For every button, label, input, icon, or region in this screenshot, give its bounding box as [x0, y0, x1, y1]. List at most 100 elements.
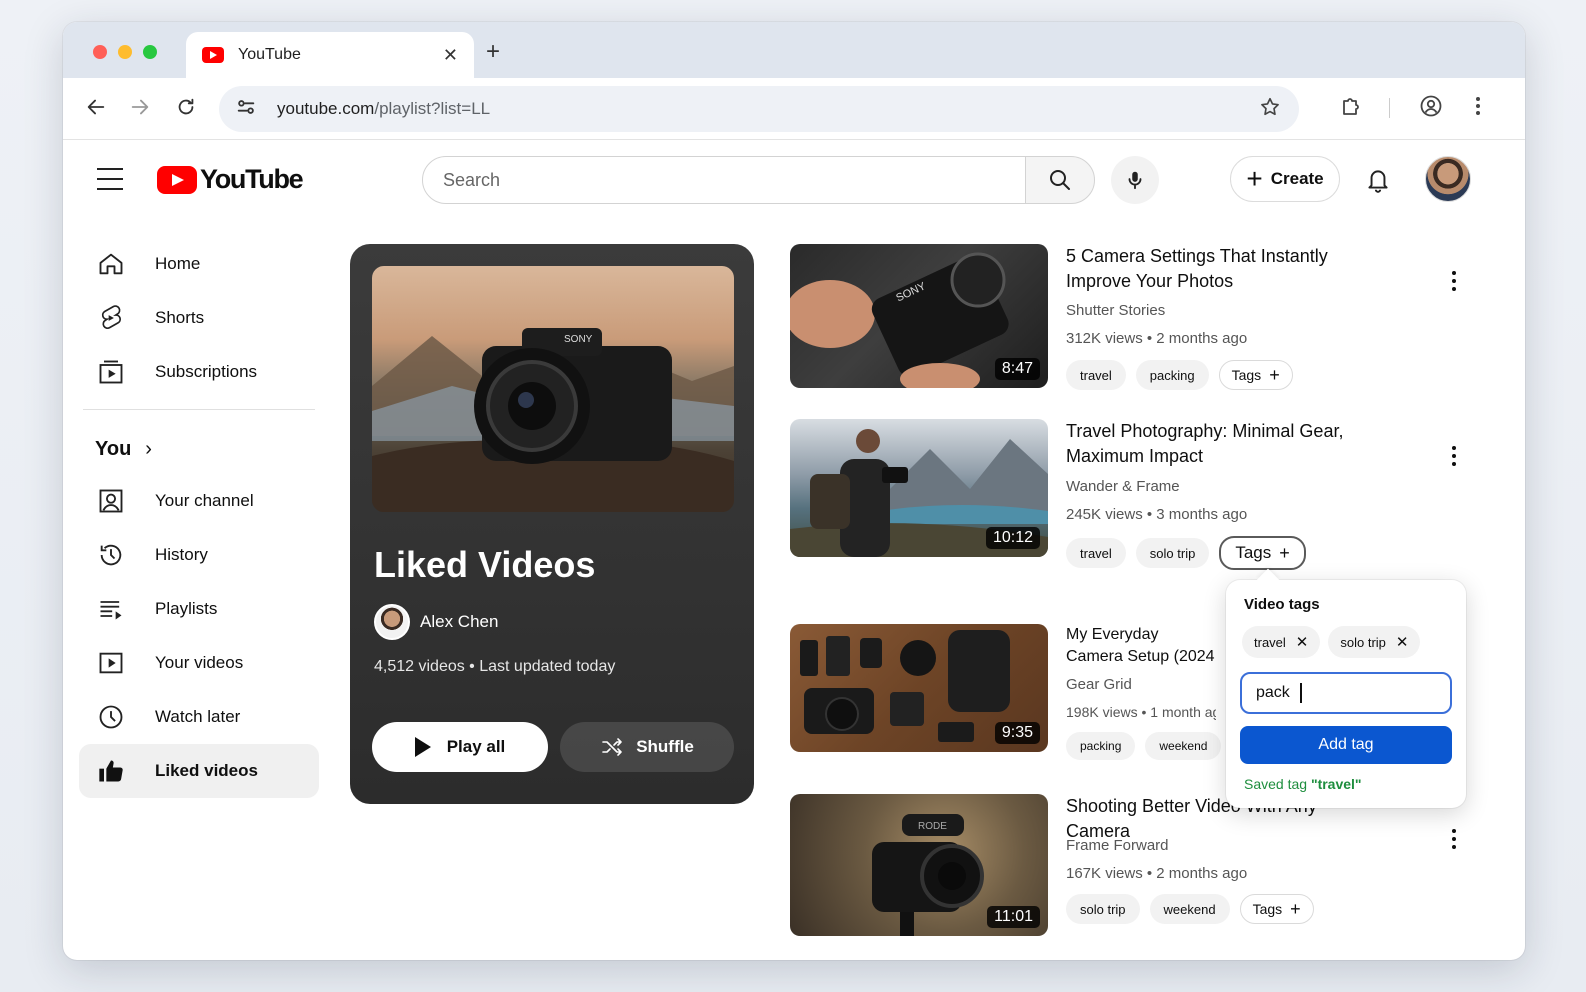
- sidebar-item-subscriptions[interactable]: Subscriptions: [79, 345, 319, 399]
- tag-chip[interactable]: travel: [1066, 360, 1126, 390]
- shuffle-button[interactable]: Shuffle: [560, 722, 734, 772]
- create-button[interactable]: + Create: [1230, 156, 1340, 202]
- video-thumbnail[interactable]: RODE 11:01: [790, 794, 1048, 936]
- playlist-header-card: SONY Liked Videos Alex Chen 4,512 videos…: [350, 244, 754, 804]
- tag-chip[interactable]: packing: [1135, 360, 1209, 390]
- tag-chip[interactable]: travel: [1066, 538, 1126, 568]
- tab-close-icon[interactable]: ✕: [443, 45, 458, 66]
- youtube-header: YouTube + Create: [63, 140, 1525, 222]
- remove-tag-icon[interactable]: ✕: [1296, 633, 1309, 651]
- save-status: Saved tag "travel": [1244, 776, 1362, 792]
- extensions-icon[interactable]: [1339, 94, 1363, 124]
- tag-chip[interactable]: solo trip: [1135, 538, 1210, 568]
- plus-icon: +: [1269, 364, 1280, 385]
- sidebar-you-header[interactable]: You ›: [79, 424, 319, 474]
- video-meta: 312K views • 2 months ago: [1066, 330, 1248, 347]
- tags-button-label: Tags: [1252, 901, 1283, 917]
- plus-icon: +: [1290, 898, 1301, 919]
- sidebar-item-your-videos[interactable]: Your videos: [79, 636, 319, 690]
- sidebar-item-label: Liked videos: [155, 761, 258, 780]
- video-channel[interactable]: Frame Forward: [1066, 837, 1169, 854]
- minimize-window-button[interactable]: [118, 45, 132, 59]
- play-all-button[interactable]: Play all: [372, 722, 548, 772]
- video-thumbnail[interactable]: 9:35: [790, 624, 1048, 752]
- owner-avatar: [374, 604, 410, 640]
- video-title[interactable]: My Everyday Camera Setup (2024 Edition): [1066, 624, 1216, 670]
- video-tags-popover: Video tags travel ✕ solo trip ✕ pack Add…: [1226, 580, 1466, 808]
- status-prefix: Saved tag: [1244, 776, 1311, 792]
- voice-search-button[interactable]: [1111, 156, 1159, 204]
- video-thumbnail[interactable]: SONY 8:47: [790, 244, 1048, 388]
- browser-tab[interactable]: YouTube ✕: [186, 32, 474, 78]
- site-settings-icon[interactable]: [235, 96, 259, 123]
- reload-icon[interactable]: [175, 96, 197, 124]
- bookmark-star-icon[interactable]: [1259, 96, 1281, 124]
- sidebar-item-watch-later[interactable]: Watch later: [79, 690, 319, 744]
- tab-strip: YouTube ✕ +: [63, 22, 1525, 78]
- video-channel[interactable]: Gear Grid: [1066, 676, 1132, 693]
- video-thumbnail[interactable]: 10:12: [790, 419, 1048, 557]
- add-tag-button[interactable]: Add tag: [1240, 726, 1452, 764]
- video-item: 10:12 Travel Photography: Minimal Gear, …: [790, 419, 1470, 589]
- remove-tag-icon[interactable]: ✕: [1396, 633, 1409, 651]
- close-window-button[interactable]: [93, 45, 107, 59]
- sidebar-item-playlists[interactable]: Playlists: [79, 582, 319, 636]
- tags-add-button[interactable]: Tags +: [1218, 360, 1293, 390]
- video-channel[interactable]: Shutter Stories: [1066, 302, 1165, 319]
- search-field[interactable]: [422, 156, 1026, 204]
- video-title[interactable]: 5 Camera Settings That Instantly Improve…: [1066, 244, 1356, 294]
- play-icon: [414, 737, 431, 757]
- popover-tag-list: travel ✕ solo trip ✕: [1242, 626, 1428, 658]
- subscriptions-icon: [97, 358, 125, 386]
- sidebar-item-your-channel[interactable]: Your channel: [79, 474, 319, 528]
- tag-chip[interactable]: weekend: [1149, 894, 1230, 924]
- chevron-right-icon: ›: [145, 437, 152, 460]
- text-caret: [1299, 683, 1302, 703]
- account-avatar[interactable]: [1425, 156, 1471, 202]
- video-duration: 11:01: [987, 906, 1040, 928]
- more-options-icon[interactable]: [1446, 824, 1462, 854]
- youtube-logo[interactable]: YouTube: [157, 164, 304, 195]
- new-tab-button[interactable]: +: [486, 38, 500, 66]
- video-meta: 245K views • 3 months ago: [1066, 506, 1248, 523]
- video-meta: 198K views • 1 month ag: [1066, 704, 1216, 720]
- address-bar[interactable]: youtube.com/playlist?list=LL: [219, 86, 1299, 132]
- video-title[interactable]: Travel Photography: Minimal Gear, Maximu…: [1066, 419, 1356, 469]
- notifications-bell-icon[interactable]: [1365, 166, 1391, 199]
- url-host: youtube.com: [277, 99, 375, 118]
- tags-add-button[interactable]: Tags +: [1219, 536, 1306, 570]
- menu-icon[interactable]: [97, 168, 123, 198]
- video-duration: 10:12: [985, 527, 1040, 549]
- tag-chip[interactable]: solo trip: [1066, 894, 1140, 924]
- forward-icon[interactable]: [129, 96, 151, 124]
- sidebar-item-history[interactable]: History: [79, 528, 319, 582]
- popover-tag-chip: solo trip ✕: [1328, 626, 1421, 658]
- playlists-icon: [97, 595, 125, 623]
- back-icon[interactable]: [85, 96, 107, 124]
- video-channel[interactable]: Wander & Frame: [1066, 478, 1180, 495]
- youtube-logo-icon: [157, 165, 197, 194]
- tag-input[interactable]: pack: [1240, 672, 1452, 714]
- tag-chip[interactable]: weekend: [1145, 732, 1222, 760]
- plus-icon: +: [1279, 542, 1290, 563]
- tab-title: YouTube: [238, 46, 301, 63]
- tag-input-value: pack: [1256, 684, 1290, 701]
- video-item: RODE 11:01 Shooting Better Video With An…: [790, 794, 1470, 944]
- more-options-icon[interactable]: [1446, 266, 1462, 296]
- playlist-owner[interactable]: Alex Chen: [374, 604, 498, 640]
- profile-icon[interactable]: [1419, 94, 1443, 124]
- svg-text:SONY: SONY: [564, 334, 593, 345]
- sidebar-item-shorts[interactable]: Shorts: [79, 291, 319, 345]
- browser-menu-icon[interactable]: [1469, 94, 1487, 124]
- youtube-logo-text: YouTube: [200, 164, 304, 194]
- video-tags: solo trip weekend Tags +: [1066, 894, 1314, 924]
- maximize-window-button[interactable]: [143, 45, 157, 59]
- sidebar-item-home[interactable]: Home: [79, 237, 319, 291]
- more-options-icon[interactable]: [1446, 441, 1462, 471]
- tag-chip[interactable]: packing: [1066, 732, 1136, 760]
- sidebar-item-liked-videos[interactable]: Liked videos: [79, 744, 319, 798]
- search-button[interactable]: [1025, 156, 1095, 204]
- tags-add-button[interactable]: Tags +: [1239, 894, 1314, 924]
- playlist-thumbnail[interactable]: SONY: [372, 266, 734, 512]
- search-input[interactable]: [443, 169, 1005, 191]
